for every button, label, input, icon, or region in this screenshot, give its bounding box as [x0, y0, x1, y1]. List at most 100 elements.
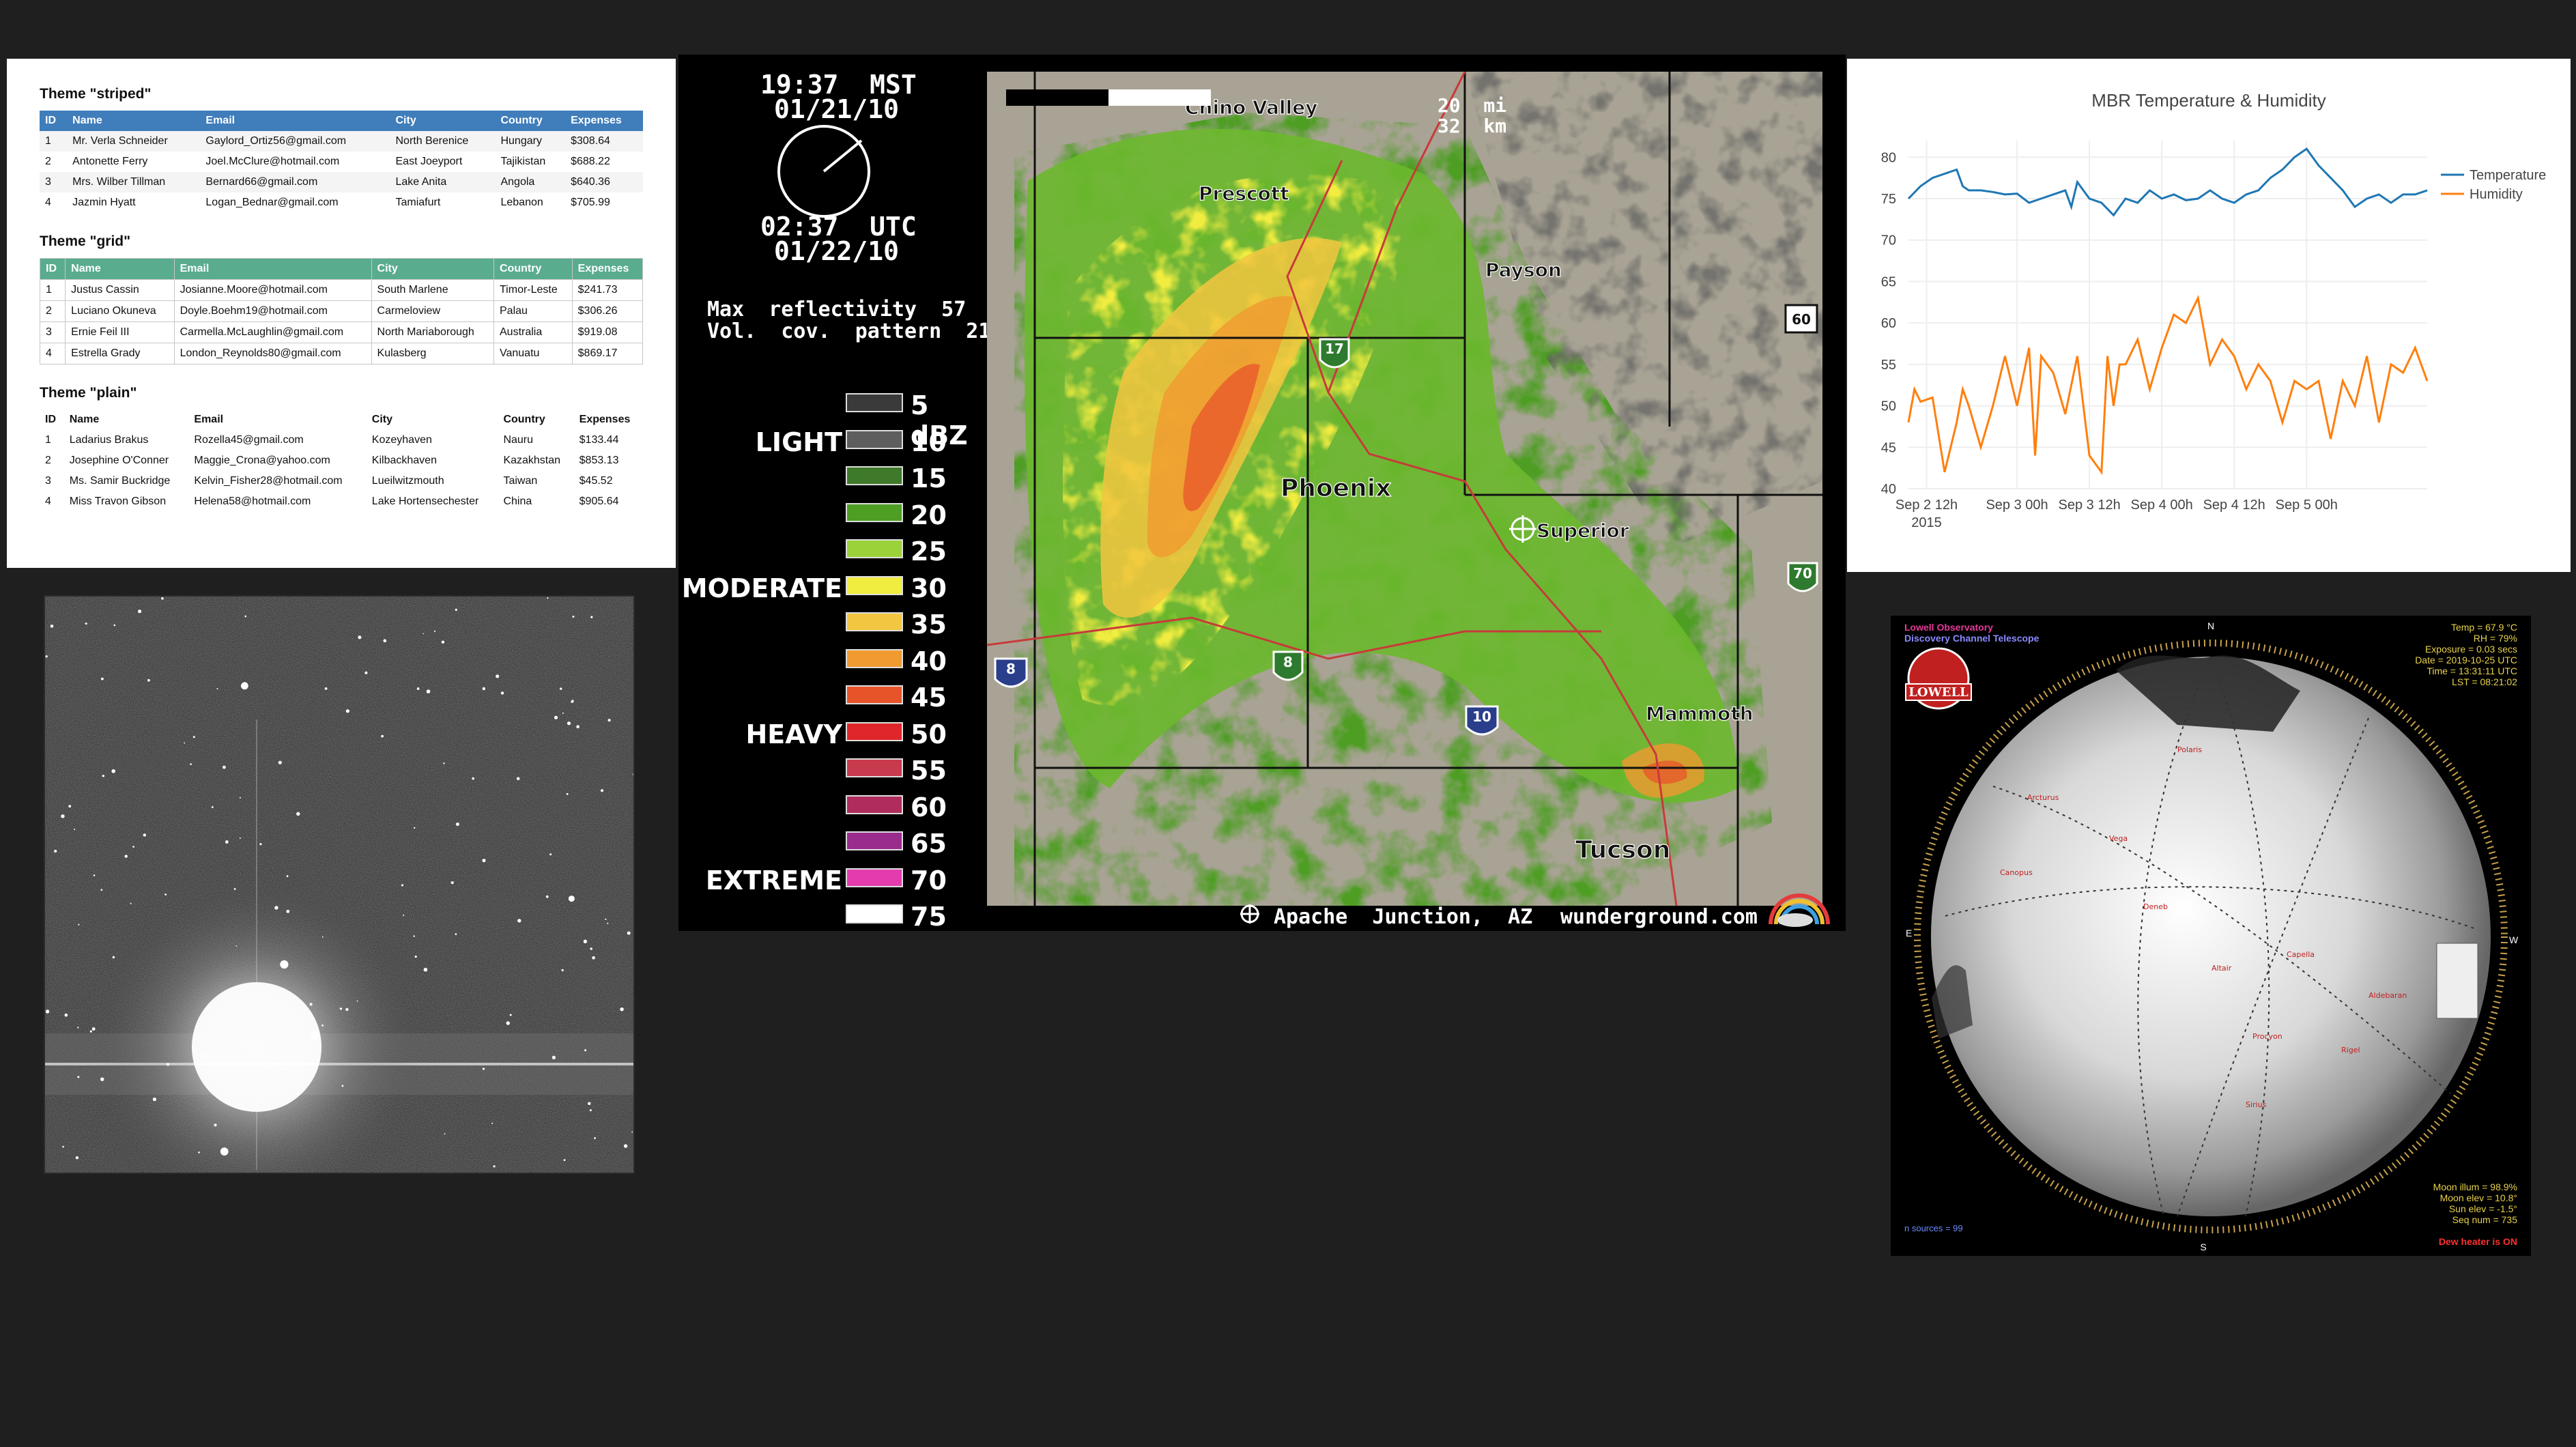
star-dot	[61, 814, 65, 818]
legend-category: HEAVY	[745, 719, 842, 749]
x-tick-label: Sep 4 12h	[2203, 498, 2265, 513]
star-dot	[516, 777, 520, 781]
legend-swatch	[846, 685, 903, 704]
star-dot	[274, 906, 278, 910]
table-cell: 2	[39, 300, 66, 322]
legend-label[interactable]: Temperature	[2470, 168, 2546, 183]
star-label: Procyon	[2252, 1032, 2282, 1041]
table-cell: North Mariaborough	[371, 321, 495, 343]
table-cell: Doyle.Boehm19@hotmail.com	[173, 300, 372, 322]
radar-map[interactable]: 17 8 8 10 60 70 Chino Valley Prescott Pa…	[986, 71, 1822, 906]
legend-category: EXTREME	[705, 865, 842, 896]
wunderground-brand[interactable]: wunderground.com	[1560, 905, 1758, 929]
star-dot	[517, 919, 521, 923]
moon-sun-info: Moon illum = 98.9%Moon elev = 10.8°Sun e…	[2433, 1181, 2518, 1225]
star-dot	[493, 1165, 496, 1168]
observation-info: Temp = 67.9 °CRH = 79%Exposure = 0.03 se…	[2415, 622, 2517, 687]
star-label: Altair	[2212, 964, 2232, 973]
star-dot	[589, 1109, 592, 1112]
table-cell: Kozeyhaven	[371, 434, 432, 446]
star-dot	[607, 719, 611, 722]
star-dot	[220, 1147, 229, 1156]
star-dot	[190, 763, 192, 765]
table-cell: 4	[45, 496, 51, 507]
table-row: 1 Ladarius Brakus Rozella45@gmail.com Kozey…	[40, 430, 643, 450]
info-line: Temp = 67.9 °C	[2451, 622, 2517, 633]
table-cell: Angola	[495, 172, 566, 192]
star-dot	[244, 615, 247, 618]
star-label: Canopus	[2000, 868, 2033, 877]
table-cell: Kelvin_Fisher28@hotmail.com	[194, 475, 343, 487]
star-dot	[132, 846, 134, 848]
legend-row: 15	[678, 462, 986, 493]
star-dot	[566, 792, 569, 795]
legend-value: 10	[911, 427, 947, 457]
table-cell: Australia	[493, 321, 573, 343]
star-dot	[296, 812, 300, 816]
table-cell: Lake Anita	[390, 172, 496, 192]
radar-location: Apache Junction, AZ	[1274, 905, 1533, 929]
star-dot	[592, 956, 595, 960]
table-cell: London_Reynolds80@gmail.com	[173, 343, 372, 364]
table-cell: 2	[45, 156, 51, 167]
star-dot	[416, 687, 420, 690]
star-dot	[77, 1027, 79, 1029]
x-tick-label: Sep 3 12h	[2059, 498, 2121, 513]
y-tick-label: 45	[1881, 440, 1896, 455]
column-header: Email	[200, 111, 390, 131]
star-dot	[482, 687, 485, 691]
legend-label[interactable]: Humidity	[2470, 187, 2523, 202]
chart-legend[interactable]: Temperature Humidity	[2441, 168, 2546, 202]
clock-icon	[777, 125, 870, 218]
star-dot	[143, 833, 146, 837]
volume-coverage-pattern: Vol. cov. pattern 212	[707, 319, 1003, 343]
theme-title-plain: Theme "plain"	[40, 385, 137, 401]
star-label: Vega	[2109, 834, 2128, 843]
table-cell: Justus Cassin	[65, 279, 175, 301]
star-dot	[496, 674, 500, 678]
column-header: Name	[69, 414, 100, 425]
star-dot	[482, 1068, 485, 1070]
chart-grid	[1908, 141, 2427, 489]
star-label: Rigel	[2341, 1046, 2360, 1055]
table-header-row: ID Name Email City Country Expenses	[40, 111, 643, 131]
shield-8b-label: 8	[1283, 654, 1293, 670]
star-dot	[164, 893, 167, 896]
column-header: ID	[39, 258, 66, 280]
star-field-image	[44, 595, 635, 1174]
table-cell: 1	[45, 434, 51, 446]
table-cell: $905.64	[579, 496, 619, 507]
star-dot	[199, 1016, 201, 1019]
star-dot	[45, 1009, 50, 1014]
star-dot	[324, 687, 328, 690]
star-dot	[554, 715, 558, 719]
table-cell: Logan_Bednar@gmail.com	[205, 197, 339, 208]
column-header: Country	[503, 414, 545, 425]
y-tick-label: 60	[1881, 316, 1896, 331]
star-dot	[588, 1102, 591, 1105]
star-dot	[50, 625, 54, 628]
legend-category: LIGHT	[755, 427, 842, 457]
table-cell: Helena58@hotmail.com	[194, 496, 311, 507]
chart-svg: MBR Temperature & Humidity 40 45 50 55 60 65 7…	[1881, 90, 2547, 530]
column-header: Email	[173, 258, 372, 280]
legend-row: 35	[678, 608, 986, 640]
star-dot	[482, 859, 486, 863]
star-dot	[233, 888, 236, 890]
legend-swatch	[846, 575, 903, 595]
info-line: Exposure = 0.03 secs	[2425, 644, 2517, 655]
table-cell: $241.73	[571, 279, 644, 301]
star-dot	[455, 933, 457, 935]
star-dot	[561, 969, 564, 972]
star-label: Sirius	[2246, 1100, 2267, 1109]
table-cell: Josianne.Moore@hotmail.com	[173, 279, 372, 301]
star-field-svg	[45, 597, 633, 1173]
max-reflectivity: Max reflectivity 57 dbZ	[707, 298, 1028, 321]
star-dot	[192, 736, 195, 739]
legend-swatch	[846, 466, 903, 485]
y-tick-label: 70	[1881, 233, 1896, 248]
star-dot	[547, 597, 549, 599]
star-dot	[403, 914, 405, 916]
table-cell: Lebanon	[500, 197, 543, 208]
star-dot	[455, 608, 457, 611]
